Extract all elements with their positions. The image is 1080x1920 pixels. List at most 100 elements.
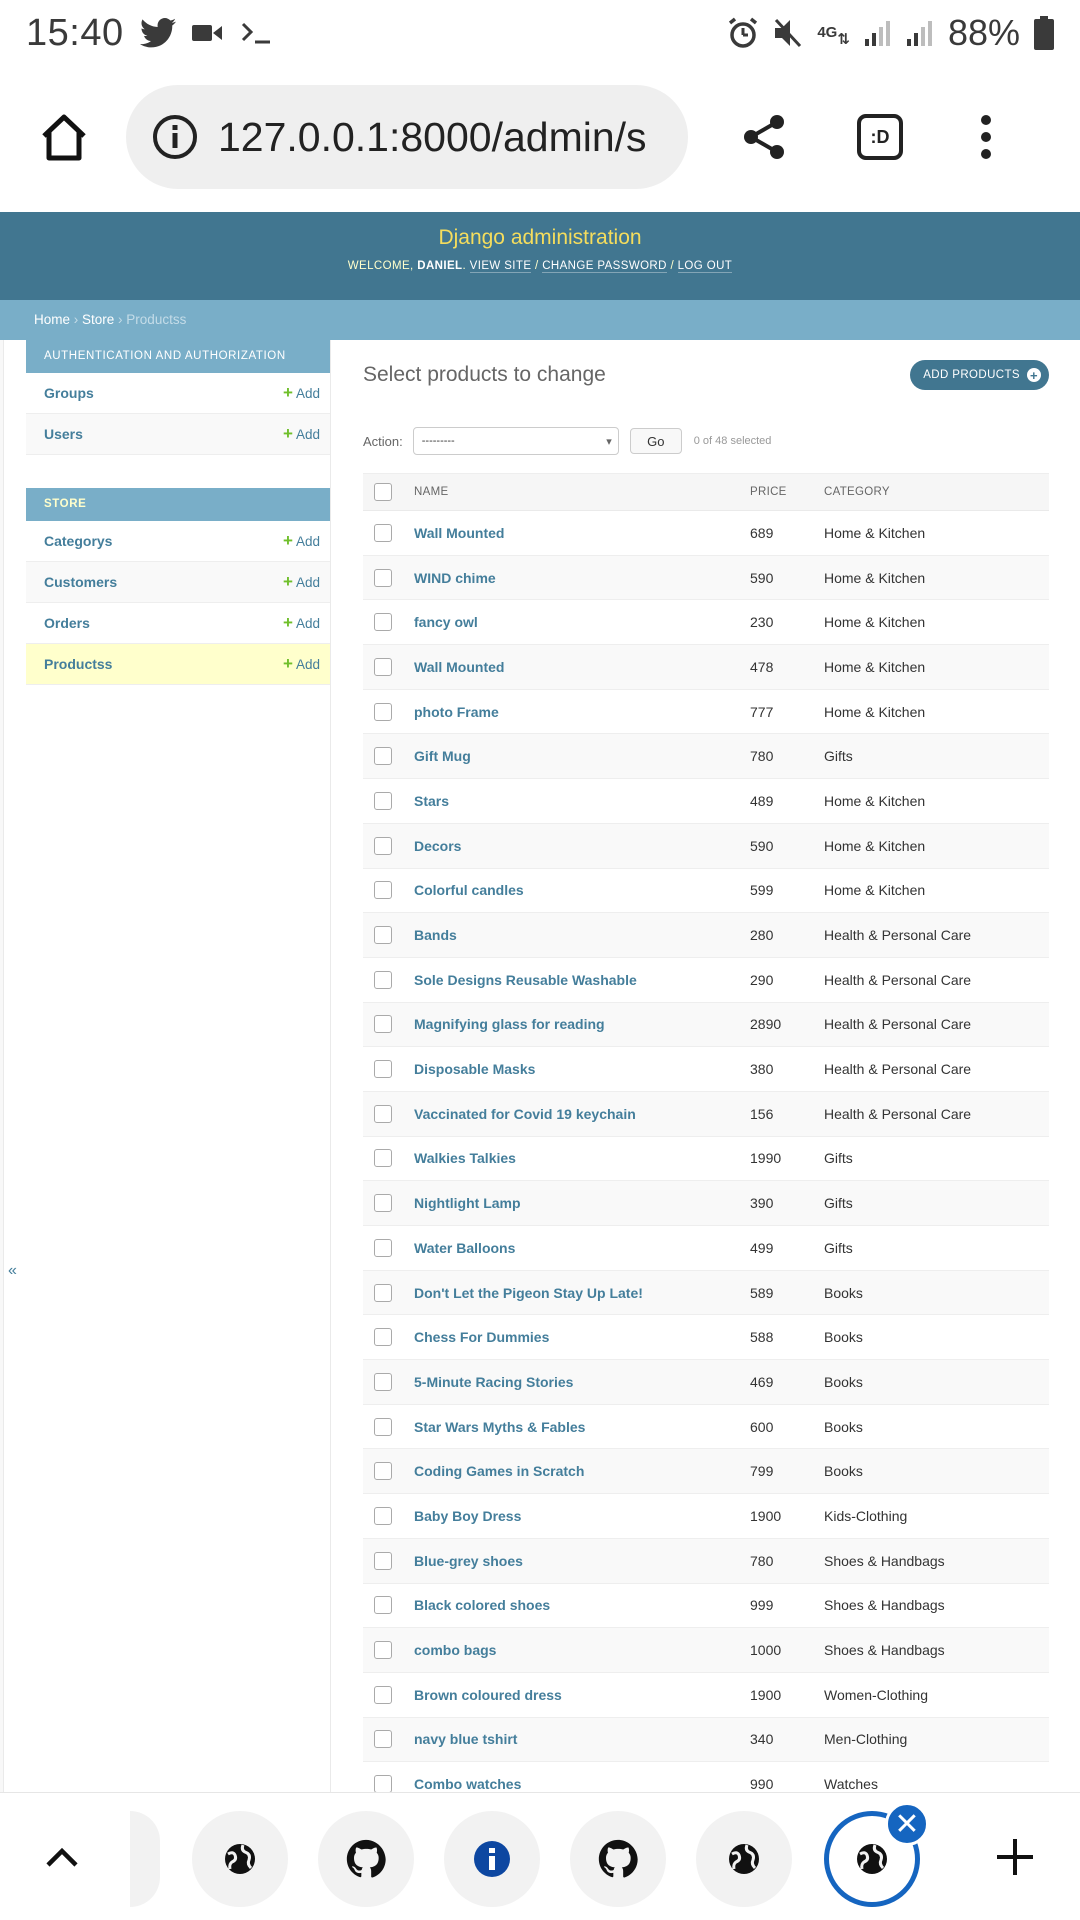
site-brand[interactable]: Django administration (0, 226, 1080, 250)
row-checkbox[interactable] (374, 523, 392, 542)
go-button[interactable]: Go (629, 428, 682, 454)
row-checkbox[interactable] (374, 1462, 392, 1481)
row-checkbox[interactable] (374, 568, 392, 587)
product-name-link[interactable]: Star Wars Myths & Fables (414, 1419, 585, 1435)
product-name-link[interactable]: Colorful candles (414, 882, 524, 898)
row-checkbox[interactable] (374, 836, 392, 855)
add-category-link[interactable]: + Add (283, 531, 320, 551)
product-name-link[interactable]: Vaccinated for Covid 19 keychain (414, 1106, 636, 1122)
row-checkbox[interactable] (374, 881, 392, 900)
product-name-link[interactable]: combo bags (414, 1642, 496, 1658)
tab-thumbnail[interactable] (192, 1811, 288, 1907)
product-name-link[interactable]: Baby Boy Dress (414, 1508, 521, 1524)
sidebar-item-label[interactable]: Customers (44, 574, 117, 590)
column-header-name[interactable]: Name (414, 486, 448, 498)
product-name-link[interactable]: navy blue tshirt (414, 1731, 517, 1747)
column-header-price[interactable]: Price (750, 486, 787, 498)
add-order-link[interactable]: + Add (283, 613, 320, 633)
product-name-link[interactable]: Black colored shoes (414, 1597, 550, 1613)
module-caption-store[interactable]: Store (26, 488, 330, 521)
row-checkbox[interactable] (374, 1685, 392, 1704)
product-name-link[interactable]: fancy owl (414, 614, 478, 630)
row-checkbox[interactable] (374, 1283, 392, 1302)
product-name-link[interactable]: Wall Mounted (414, 659, 504, 675)
column-header-category[interactable]: Category (824, 486, 890, 498)
tab-thumbnail-partial[interactable] (130, 1811, 160, 1907)
overflow-menu-button[interactable] (956, 107, 1016, 167)
row-checkbox[interactable] (374, 926, 392, 945)
site-info-icon[interactable] (152, 114, 198, 160)
home-button[interactable] (34, 107, 94, 167)
row-checkbox[interactable] (374, 1506, 392, 1525)
row-checkbox[interactable] (374, 1730, 392, 1749)
sidebar-item-label[interactable]: Categorys (44, 533, 112, 549)
product-name-link[interactable]: Nightlight Lamp (414, 1195, 521, 1211)
product-name-link[interactable]: Combo watches (414, 1776, 521, 1792)
row-checkbox[interactable] (374, 657, 392, 676)
add-group-link[interactable]: + Add (283, 383, 320, 403)
address-bar[interactable]: 127.0.0.1:8000/admin/s (126, 85, 688, 189)
product-name-link[interactable]: Brown coloured dress (414, 1687, 562, 1703)
product-name-link[interactable]: Walkies Talkies (414, 1150, 516, 1166)
collapse-sidebar-button[interactable]: « (8, 1262, 17, 1280)
row-checkbox[interactable] (374, 747, 392, 766)
tab-thumbnail-active[interactable]: ✕ (824, 1802, 929, 1907)
tab-thumbnail[interactable] (570, 1811, 666, 1907)
row-checkbox[interactable] (374, 1060, 392, 1079)
view-site-link[interactable]: View site (469, 260, 532, 273)
tab-thumbnail[interactable] (444, 1811, 540, 1907)
row-checkbox[interactable] (374, 1596, 392, 1615)
row-checkbox[interactable] (374, 1641, 392, 1660)
row-checkbox[interactable] (374, 1015, 392, 1034)
add-products-button[interactable]: Add Products + (910, 360, 1049, 390)
row-checkbox[interactable] (374, 791, 392, 810)
product-name-link[interactable]: photo Frame (414, 704, 499, 720)
row-checkbox[interactable] (374, 1149, 392, 1168)
row-checkbox[interactable] (374, 1194, 392, 1213)
add-product-link[interactable]: + Add (283, 654, 320, 674)
new-tab-button[interactable] (993, 1835, 1037, 1879)
breadcrumb-store[interactable]: Store (82, 312, 114, 327)
sidebar-item-label[interactable]: Productss (44, 656, 112, 672)
product-name-link[interactable]: Blue-grey shoes (414, 1553, 523, 1569)
product-name-link[interactable]: 5-Minute Racing Stories (414, 1374, 573, 1390)
row-checkbox[interactable] (374, 1372, 392, 1391)
product-name-link[interactable]: Disposable Masks (414, 1061, 535, 1077)
product-name-link[interactable]: WIND chime (414, 570, 496, 586)
product-name-link[interactable]: Sole Designs Reusable Washable (414, 972, 637, 988)
row-checkbox[interactable] (374, 613, 392, 632)
row-checkbox[interactable] (374, 702, 392, 721)
action-select[interactable]: --------- ▾ (412, 427, 619, 455)
row-checkbox[interactable] (374, 1551, 392, 1570)
sidebar-item-label[interactable]: Users (44, 426, 83, 442)
product-name-link[interactable]: Wall Mounted (414, 525, 504, 541)
add-customer-link[interactable]: + Add (283, 572, 320, 592)
close-tab-button[interactable]: ✕ (885, 1802, 929, 1846)
row-checkbox[interactable] (374, 1104, 392, 1123)
product-name-link[interactable]: Magnifying glass for reading (414, 1016, 605, 1032)
row-checkbox[interactable] (374, 1238, 392, 1257)
row-checkbox[interactable] (374, 1417, 392, 1436)
select-all-checkbox[interactable] (374, 483, 392, 501)
log-out-link[interactable]: Log out (677, 260, 733, 273)
row-checkbox[interactable] (374, 1775, 392, 1792)
product-name-link[interactable]: Stars (414, 793, 449, 809)
product-name-link[interactable]: Water Balloons (414, 1240, 515, 1256)
product-name-link[interactable]: Bands (414, 927, 457, 943)
change-password-link[interactable]: Change password (542, 260, 667, 273)
product-name-link[interactable]: Coding Games in Scratch (414, 1463, 584, 1479)
row-checkbox[interactable] (374, 970, 392, 989)
product-name-link[interactable]: Gift Mug (414, 748, 471, 764)
product-name-link[interactable]: Chess For Dummies (414, 1329, 549, 1345)
tab-switcher-button[interactable]: :D (850, 107, 910, 167)
sidebar-item-label[interactable]: Groups (44, 385, 94, 401)
module-caption-auth[interactable]: Authentication and Authorization (26, 340, 330, 373)
tab-thumbnail[interactable] (696, 1811, 792, 1907)
expand-tabs-button[interactable] (40, 1835, 84, 1879)
share-button[interactable] (734, 107, 794, 167)
tab-thumbnail[interactable] (318, 1811, 414, 1907)
sidebar-item-label[interactable]: Orders (44, 615, 90, 631)
row-checkbox[interactable] (374, 1328, 392, 1347)
add-user-link[interactable]: + Add (283, 424, 320, 444)
product-name-link[interactable]: Decors (414, 838, 461, 854)
